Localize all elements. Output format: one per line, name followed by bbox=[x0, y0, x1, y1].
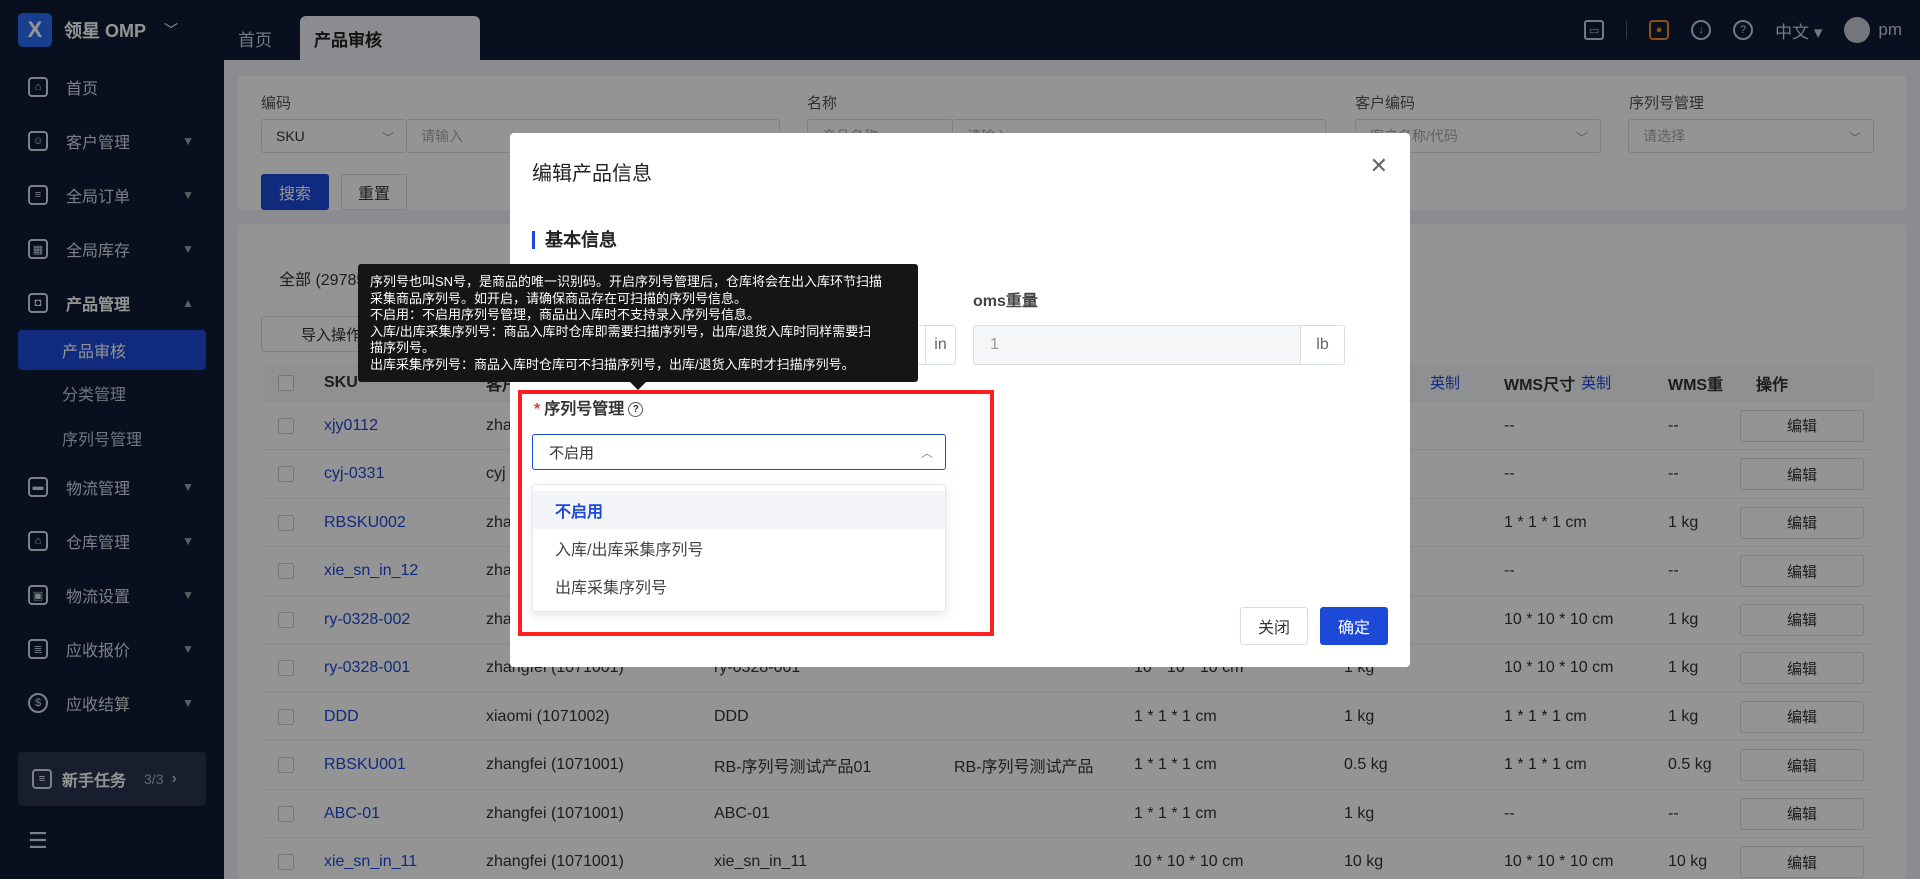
oms-weight-input[interactable]: 1 lb bbox=[973, 325, 1345, 365]
oms-weight-unit: lb bbox=[1300, 326, 1344, 364]
tooltip-arrow bbox=[630, 382, 646, 390]
section-basic-info: 基本信息 bbox=[532, 231, 617, 249]
tooltip-line: 序列号也叫SN号，是商品的唯一识别码。开启序列号管理后，仓库将会在出入库环节扫描 bbox=[370, 274, 883, 289]
sn-help-tooltip: 序列号也叫SN号，是商品的唯一识别码。开启序列号管理后，仓库将会在出入库环节扫描… bbox=[358, 264, 918, 382]
oms-weight-value: 1 bbox=[990, 336, 999, 353]
oms-weight-label: oms重量 bbox=[973, 293, 1038, 310]
close-icon[interactable]: ✕ bbox=[1370, 153, 1388, 179]
tooltip-line: 描序列号。 bbox=[370, 340, 436, 355]
annotation-highlight-box bbox=[518, 390, 994, 636]
tooltip-line: 不启用：不启用序列号管理，商品出入库时不支持录入序列号信息。 bbox=[370, 307, 761, 322]
close-button[interactable]: 关闭 bbox=[1240, 607, 1308, 645]
modal-title: 编辑产品信息 bbox=[532, 163, 652, 185]
tooltip-line: 出库采集序列号：商品入库时仓库可不扫描序列号，出库/退货入库时才扫描序列号。 bbox=[370, 356, 855, 372]
tooltip-line: 采集商品序列号。如开启，请确保商品存在可扫描的序列号信息。 bbox=[370, 290, 748, 306]
tooltip-line: 入库/出库采集序列号：商品入库时仓库即需要扫描序列号，出库/退货入库时同样需要扫 bbox=[370, 323, 872, 339]
dimension-unit: in bbox=[925, 326, 955, 364]
confirm-button[interactable]: 确定 bbox=[1320, 607, 1388, 645]
